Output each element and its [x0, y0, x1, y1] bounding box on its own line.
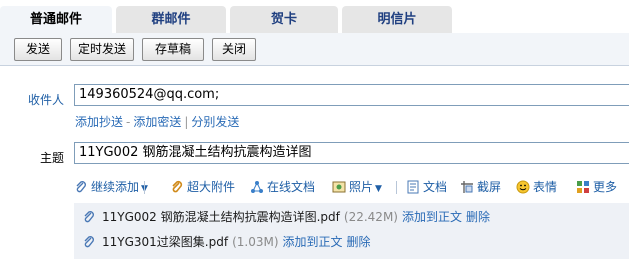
large-attach-label: 超大附件: [187, 180, 236, 194]
photo-label: 照片: [349, 180, 374, 194]
add-to-body-link[interactable]: 添加到正文: [402, 210, 462, 224]
attachment-list: 11YG002 钢筋混凝土结构抗震构造详图.pdf (22.42M) 添加到正文 删除…: [74, 203, 629, 259]
scissors-icon: [461, 181, 473, 193]
document-label: 文档: [423, 180, 448, 194]
paperclip-icon: [76, 181, 86, 193]
emoji-button[interactable]: 表情: [516, 178, 557, 198]
document-icon: [407, 180, 419, 194]
large-paperclip-icon: [172, 180, 183, 193]
screenshot-button[interactable]: 截屏: [460, 178, 501, 198]
add-to-body-link[interactable]: 添加到正文: [283, 235, 343, 249]
screenshot-label: 截屏: [477, 180, 502, 194]
compose-tabs: 普通邮件 群邮件 贺卡 明信片: [0, 0, 629, 33]
chevron-down-icon[interactable]: ▼: [375, 184, 382, 194]
paperclip-icon: [84, 211, 94, 223]
document-button[interactable]: 文档: [406, 178, 447, 198]
add-cc-link[interactable]: 添加抄送: [75, 115, 123, 129]
attachment-name: 11YG301过梁图集.pdf: [102, 235, 229, 249]
share-nodes-icon: [251, 181, 263, 193]
tab-postcard[interactable]: 明信片: [342, 6, 452, 33]
send-button[interactable]: 发送: [14, 38, 62, 61]
separator-pipe: |: [184, 115, 189, 129]
tab-group-mail[interactable]: 群邮件: [116, 6, 226, 33]
separator-dash: -: [126, 115, 131, 129]
add-bcc-link[interactable]: 添加密送: [133, 115, 181, 129]
attachment-size: (1.03M): [232, 235, 279, 249]
compose-toolbar: 发送 定时发送 存草稿 关闭: [0, 33, 629, 66]
attachment-name: 11YG002 钢筋混凝土结构抗震构造详图.pdf: [102, 210, 340, 224]
separate-send-link[interactable]: 分别发送: [191, 115, 239, 129]
more-label: 更多: [593, 180, 618, 194]
smiley-icon: [516, 180, 530, 194]
online-doc-label: 在线文档: [267, 180, 316, 194]
more-button[interactable]: 更多: [576, 178, 617, 198]
large-attachment-button[interactable]: 超大附件: [170, 178, 235, 198]
to-label: 收件人: [28, 93, 65, 107]
attachment-row: 11YG301过梁图集.pdf (1.03M) 添加到正文 删除: [74, 230, 371, 254]
delete-attachment-link[interactable]: 删除: [347, 235, 371, 249]
divider: [144, 181, 145, 194]
attachment-row: 11YG002 钢筋混凝土结构抗震构造详图.pdf (22.42M) 添加到正文 删除: [74, 205, 490, 229]
continue-add-label: 继续添加: [91, 180, 140, 194]
continue-add-button[interactable]: 继续添加▼: [74, 178, 148, 198]
emoji-label: 表情: [533, 180, 558, 194]
grid-icon: [577, 181, 589, 193]
tab-normal-mail[interactable]: 普通邮件: [0, 6, 112, 33]
paperclip-icon: [84, 236, 94, 248]
photo-icon: [332, 181, 346, 193]
schedule-send-button[interactable]: 定时发送: [70, 38, 134, 61]
subject-label: 主题: [40, 151, 65, 165]
attachment-size: (22.42M): [343, 210, 398, 224]
divider: [396, 181, 397, 194]
tab-greeting-card[interactable]: 贺卡: [230, 6, 338, 33]
photo-button[interactable]: 照片 ▼: [332, 178, 382, 198]
save-draft-button[interactable]: 存草稿: [142, 38, 204, 61]
to-field[interactable]: 149360524@qq.com;: [74, 84, 629, 106]
subject-field[interactable]: 11YG002 钢筋混凝土结构抗震构造详图: [74, 142, 629, 164]
delete-attachment-link[interactable]: 删除: [466, 210, 490, 224]
close-button[interactable]: 关闭: [212, 38, 256, 61]
online-doc-button[interactable]: 在线文档: [250, 178, 315, 198]
recipient-links: 添加抄送 - 添加密送 | 分别发送: [75, 113, 239, 130]
